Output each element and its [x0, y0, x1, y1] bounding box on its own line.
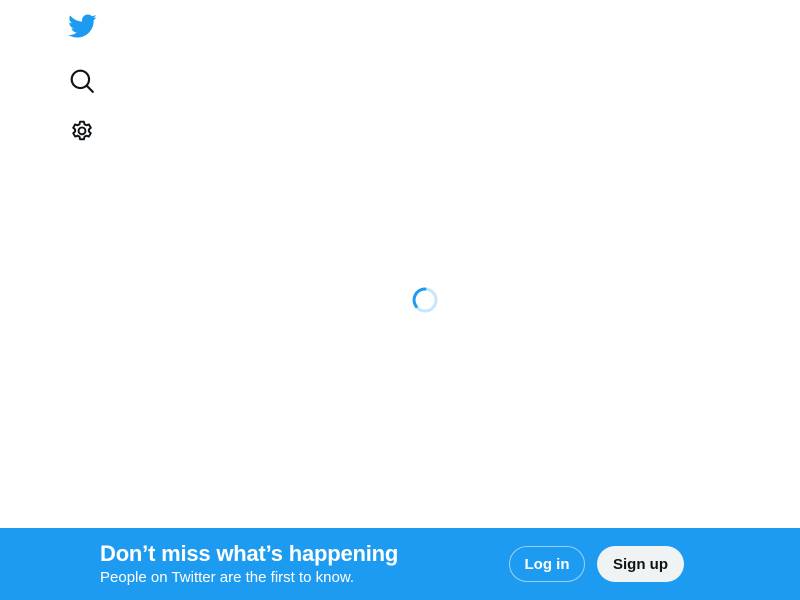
- login-prompt-banner: Don’t miss what’s happening People on Tw…: [0, 528, 800, 600]
- explore-search-button[interactable]: [57, 58, 107, 108]
- banner-text: Don’t miss what’s happening People on Tw…: [100, 540, 398, 588]
- banner-subtitle: People on Twitter are the first to know.: [100, 569, 355, 586]
- gear-icon: [69, 119, 95, 150]
- loading-spinner-icon: [411, 286, 439, 314]
- twitter-logo-link[interactable]: [57, 3, 107, 53]
- twitter-bird-icon: [67, 11, 97, 46]
- settings-button[interactable]: [57, 109, 107, 159]
- banner-title: Don’t miss what’s happening: [100, 541, 399, 566]
- login-button[interactable]: Log in: [509, 546, 585, 582]
- signup-button[interactable]: Sign up: [597, 546, 684, 582]
- search-icon: [69, 68, 95, 99]
- sidebar: [56, 0, 108, 159]
